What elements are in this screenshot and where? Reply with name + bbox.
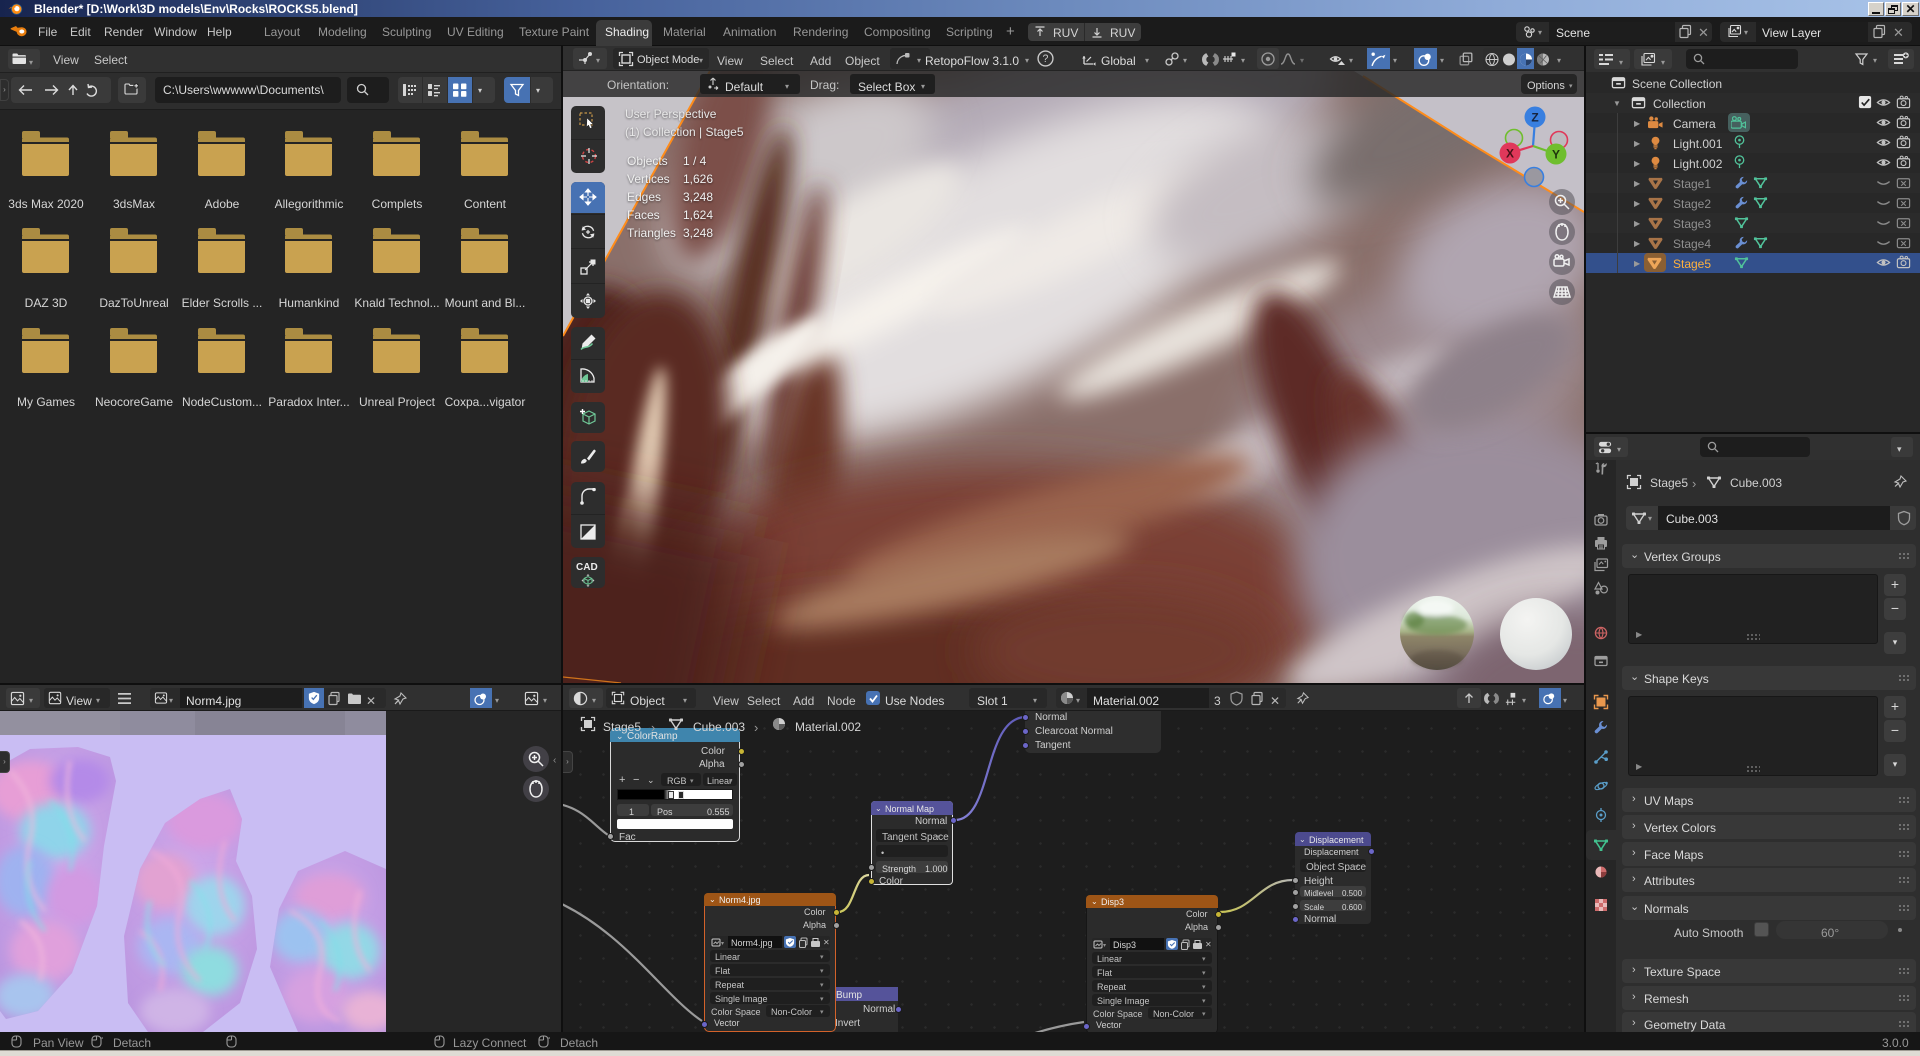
svg-text:?: ? (1043, 53, 1049, 65)
svg-text:Y: Y (1552, 148, 1560, 162)
svg-text:Z: Z (1531, 111, 1538, 125)
svg-text:X: X (1506, 147, 1514, 161)
